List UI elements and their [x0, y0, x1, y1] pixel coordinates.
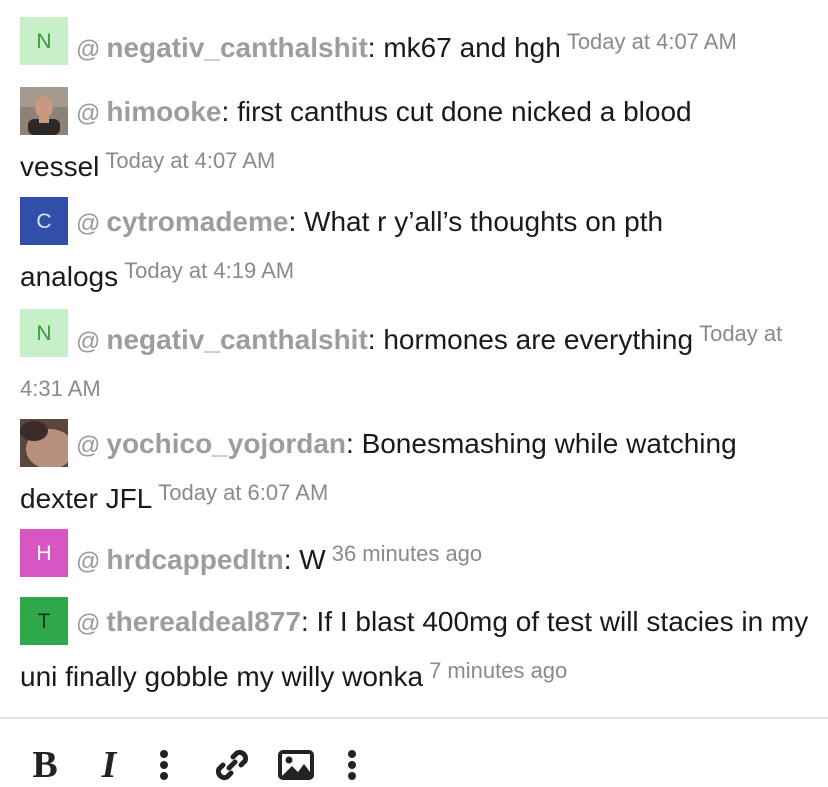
- username-link[interactable]: negativ_canthalshit: [106, 324, 367, 355]
- image-button[interactable]: [276, 747, 316, 783]
- timestamp: 36 minutes ago: [331, 541, 483, 566]
- link-icon: [215, 749, 249, 781]
- italic-button[interactable]: I: [94, 744, 124, 786]
- avatar-letter: T: [37, 609, 51, 633]
- avatar[interactable]: N: [20, 309, 68, 357]
- timestamp: Today at 6:07 AM: [158, 480, 329, 505]
- at-symbol: @: [76, 548, 101, 575]
- avatar[interactable]: H: [20, 529, 68, 577]
- more-options-button[interactable]: [340, 747, 364, 783]
- composer-toolbar: B I: [0, 719, 828, 786]
- timestamp: Today at 4:07 AM: [566, 29, 737, 54]
- more-options-button[interactable]: [152, 747, 176, 783]
- avatar[interactable]: [20, 419, 68, 467]
- message-text: W: [299, 544, 326, 575]
- bold-button[interactable]: B: [30, 744, 60, 786]
- avatar-letter: N: [36, 321, 52, 345]
- timestamp: 7 minutes ago: [429, 658, 568, 683]
- at-symbol: @: [76, 210, 101, 237]
- more-vertical-icon: [348, 750, 356, 780]
- timestamp: Today at 4:19 AM: [124, 258, 295, 283]
- username-link[interactable]: cytromademe: [106, 206, 288, 237]
- avatar[interactable]: [20, 87, 68, 135]
- list-item: H @ hrdcappedltn: W 36 minutes ago: [20, 529, 820, 585]
- message-text-prefix: :: [283, 544, 300, 575]
- message-text-prefix: :: [300, 606, 317, 637]
- avatar[interactable]: C: [20, 197, 68, 245]
- username-link[interactable]: therealdeal877: [106, 606, 301, 637]
- message-text-prefix: :: [221, 96, 238, 127]
- at-symbol: @: [76, 36, 101, 63]
- message-text-prefix: :: [367, 32, 384, 63]
- username-link[interactable]: negativ_canthalshit: [106, 32, 367, 63]
- avatar-letter: C: [36, 209, 52, 233]
- username-link[interactable]: hrdcappedltn: [106, 544, 283, 575]
- message-text-prefix: :: [288, 206, 305, 237]
- message-text-prefix: :: [346, 428, 362, 459]
- avatar[interactable]: T: [20, 597, 68, 645]
- more-vertical-icon: [160, 750, 168, 780]
- at-symbol: @: [76, 610, 101, 637]
- list-item: N @ negativ_canthalshit: mk67 and hgh Toda…: [20, 17, 820, 73]
- list-item: @ yochico_yojordan: Bonesmashing while wa…: [20, 419, 820, 522]
- timestamp: Today at 4:07 AM: [105, 148, 276, 173]
- list-item: C @ cytromademe: What r y’all’s thoughts …: [20, 197, 820, 300]
- username-link[interactable]: yochico_yojordan: [106, 428, 346, 459]
- at-symbol: @: [76, 328, 101, 355]
- message-text: hormones are everything: [383, 324, 694, 355]
- man-portrait-icon: [20, 87, 68, 135]
- italic-icon: I: [101, 744, 117, 786]
- at-symbol: @: [76, 432, 101, 459]
- message-text-prefix: :: [367, 324, 384, 355]
- avatar-letter: N: [36, 29, 52, 53]
- image-icon: [278, 750, 314, 780]
- at-symbol: @: [76, 100, 101, 127]
- list-item: T @ therealdeal877: If I blast 400mg of t…: [20, 597, 820, 700]
- username-link[interactable]: himooke: [106, 96, 221, 127]
- bold-icon: B: [32, 744, 58, 786]
- avatar-letter: H: [36, 541, 52, 565]
- avatar[interactable]: N: [20, 17, 68, 65]
- list-item: @ himooke: first canthus cut done nicked …: [20, 87, 820, 190]
- skin-closeup-icon: [20, 419, 68, 467]
- message-text: mk67 and hgh: [383, 32, 561, 63]
- list-item: N @ negativ_canthalshit: hormones are eve…: [20, 309, 820, 418]
- link-button[interactable]: [212, 747, 252, 783]
